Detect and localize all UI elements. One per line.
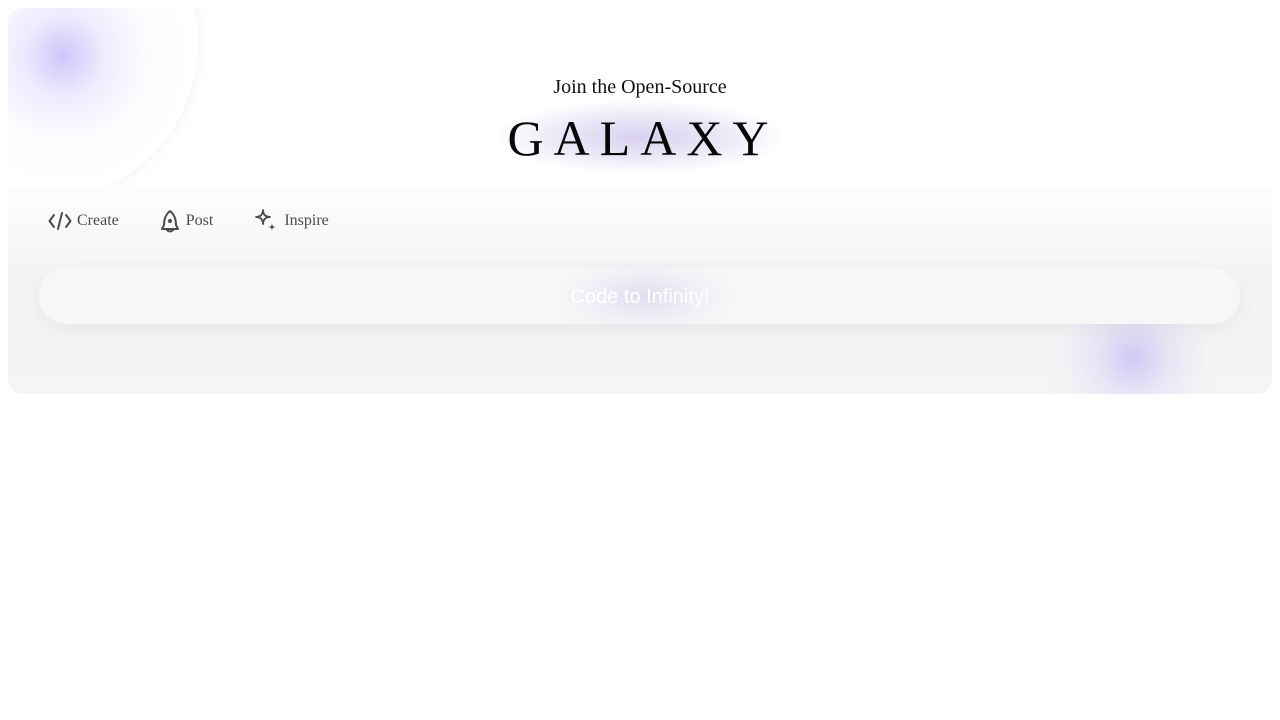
- hero-subtitle: Join the Open-Source: [553, 76, 727, 98]
- rocket-icon: [160, 210, 179, 233]
- hero-card: [8, 8, 1272, 394]
- nav-item-label: Create: [77, 212, 119, 229]
- nav-item-post[interactable]: Post: [159, 209, 214, 233]
- nav-bar: Create Post Inspire: [48, 206, 369, 236]
- sparkles-icon: [255, 209, 277, 231]
- hero-title: GALAXY: [507, 110, 779, 166]
- nav-item-label: Post: [185, 212, 214, 229]
- nav-item-create[interactable]: Create: [48, 211, 119, 231]
- cta-text[interactable]: Code to Infinity!: [0, 285, 1280, 309]
- nav-item-label: Inspire: [284, 212, 329, 229]
- nav-item-inspire[interactable]: Inspire: [253, 208, 329, 234]
- code-icon: [48, 212, 72, 230]
